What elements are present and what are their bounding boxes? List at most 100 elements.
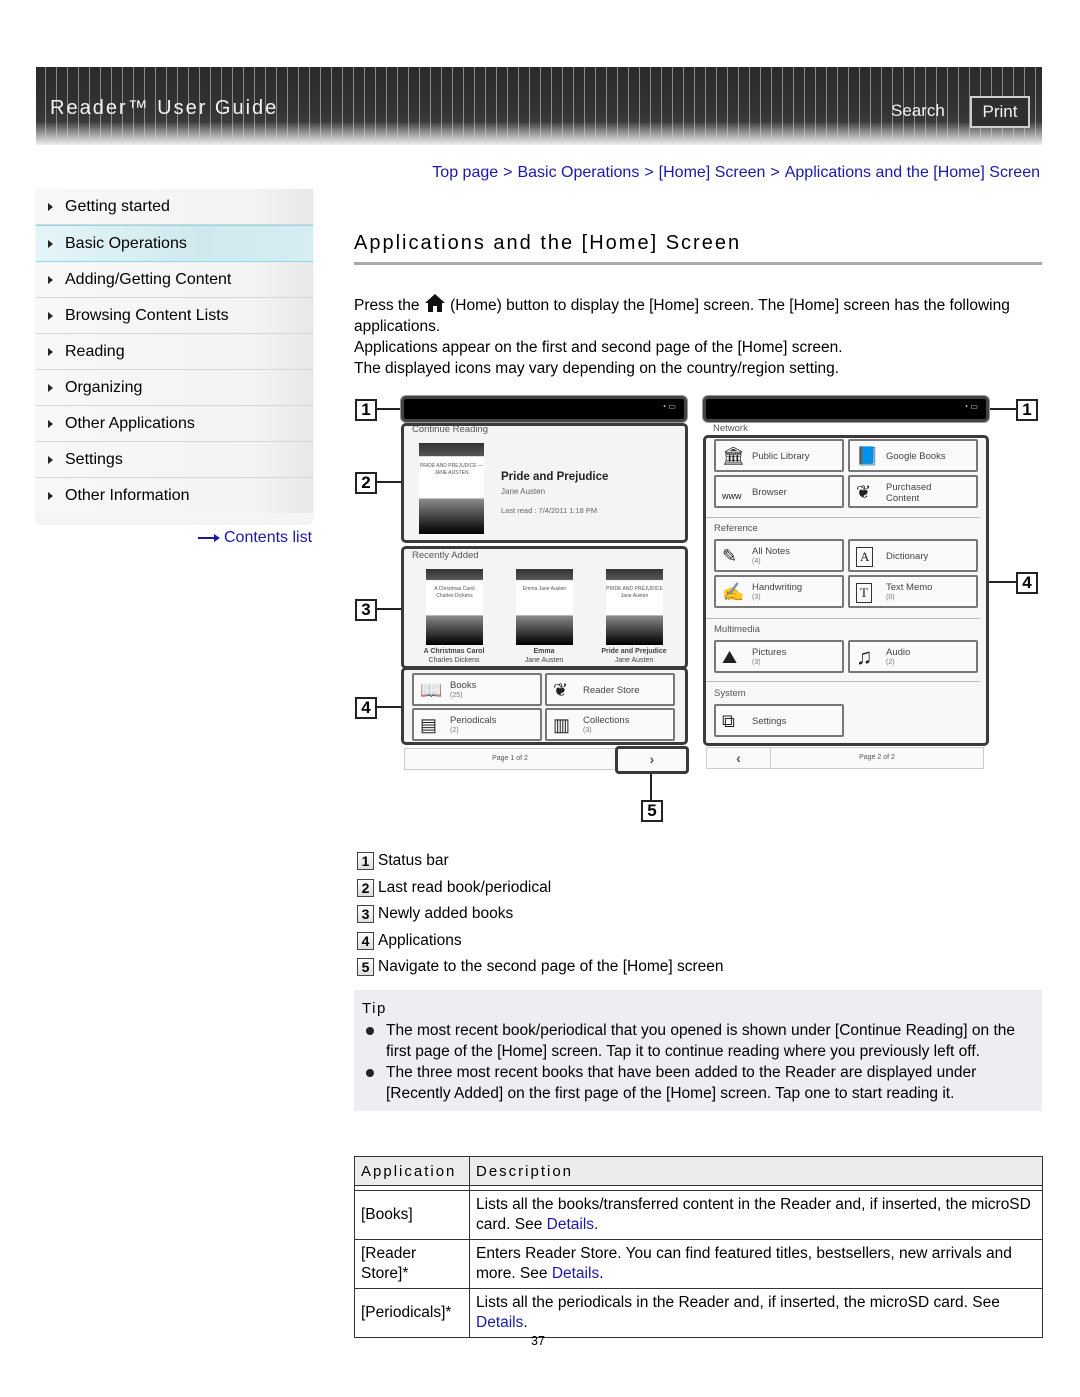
title-divider <box>354 262 1042 265</box>
continue-reading-panel[interactable]: Continue Reading PRIDE AND PREJUDICE — J… <box>401 423 688 543</box>
cover-text: Emma Jane Austen <box>522 585 567 592</box>
app-audio-button[interactable]: ♫ Audio (2) <box>848 640 978 673</box>
callout-5: 5 <box>641 800 663 822</box>
callout-line <box>377 481 402 483</box>
applications-table: Application Description [Books] Lists al… <box>354 1156 1043 1338</box>
legend-text: Navigate to the second page of the [Home… <box>378 958 724 976</box>
app-handwriting-button[interactable]: ✍ Handwriting (3) <box>714 575 844 608</box>
sidebar-nav: Getting started Basic Operations Adding/… <box>36 189 313 523</box>
app-pictures-button[interactable]: ⛰ Pictures (3) <box>714 640 844 673</box>
sidebar-item-label: Settings <box>65 450 123 468</box>
section-divider <box>706 681 980 682</box>
app-dictionary-button[interactable]: A Dictionary <box>848 539 978 572</box>
page-title: Applications and the [Home] Screen <box>354 232 742 254</box>
www-icon: www <box>722 491 742 501</box>
recent-book-cover[interactable]: A Christmas Carol Charles Dickens <box>426 569 483 645</box>
app-text-memo-button[interactable]: T Text Memo (0) <box>848 575 978 608</box>
breadcrumb-current[interactable]: Applications and the [Home] Screen <box>785 164 1040 181</box>
breadcrumb-home-screen[interactable]: [Home] Screen <box>659 164 766 181</box>
sidebar-item-other-information[interactable]: Other Information <box>36 478 313 513</box>
contents-list-link[interactable]: Contents list <box>198 529 312 547</box>
app-label: Browser <box>752 487 787 498</box>
sidebar-item-getting-started[interactable]: Getting started <box>36 189 313 225</box>
section-label-reference: Reference <box>714 523 758 534</box>
section-divider <box>706 618 980 619</box>
app-browser-button[interactable]: www Browser <box>714 475 844 508</box>
app-count: (3) <box>752 594 761 601</box>
next-page-button[interactable]: › <box>615 746 689 774</box>
app-label: Google Books <box>886 451 946 462</box>
previous-page-button[interactable]: ‹ <box>706 747 771 769</box>
recent-book-cover[interactable]: PRIDE AND PREJUDICE Jane Austen <box>606 569 663 645</box>
breadcrumb-top-page[interactable]: Top page <box>432 164 498 181</box>
newspaper-icon: ▤ <box>420 715 438 735</box>
app-periodicals-button[interactable]: ▤ Periodicals (2) <box>412 708 542 741</box>
triangle-right-icon <box>48 239 53 248</box>
app-purchased-content-button[interactable]: ❦ Purchased Content <box>848 475 978 508</box>
app-public-library-button[interactable]: 🏛 Public Library <box>714 439 844 472</box>
sidebar-item-label: Browsing Content Lists <box>65 306 229 324</box>
breadcrumb-basic-operations[interactable]: Basic Operations <box>517 164 639 181</box>
app-label: Dictionary <box>886 551 929 562</box>
app-reader-store-button[interactable]: ❦ Reader Store <box>545 673 675 706</box>
table-header-row: Application Description <box>354 1156 1043 1186</box>
callout-1-right: 1 <box>1016 399 1038 421</box>
section-label-network: Network <box>713 423 748 434</box>
description-cell: Lists all the periodicals in the Reader … <box>469 1288 1043 1338</box>
home-icon <box>424 294 445 312</box>
tip-box: Tip The most recent book/periodical that… <box>354 990 1042 1111</box>
sidebar-item-other-applications[interactable]: Other Applications <box>36 406 313 442</box>
app-google-books-button[interactable]: 📘 Google Books <box>848 439 978 472</box>
book-author: Jane Austen <box>501 487 546 496</box>
app-collections-button[interactable]: ▥ Collections (3) <box>545 708 675 741</box>
app-settings-button[interactable]: ⧉ Settings <box>714 704 844 737</box>
app-label: All Notes <box>752 546 791 557</box>
recent-book-title: A Christmas Carol <box>423 648 485 655</box>
description-end: . <box>599 1265 604 1282</box>
sidebar-item-reading[interactable]: Reading <box>36 334 313 370</box>
legend-item: 3 Newly added books <box>357 901 724 928</box>
sidebar-item-label: Reading <box>65 342 125 360</box>
app-count: (4) <box>752 558 761 565</box>
continue-reading-label: Continue Reading <box>412 424 489 435</box>
guide-title: Reader™ User Guide <box>50 97 279 119</box>
sidebar-item-settings[interactable]: Settings <box>36 442 313 478</box>
page-indicator: Page 1 of 2 <box>404 748 616 770</box>
feather-icon: ❦ <box>553 680 569 700</box>
recent-book-author: Jane Austen <box>524 657 564 664</box>
details-link[interactable]: Details <box>552 1265 599 1282</box>
details-link[interactable]: Details <box>547 1216 594 1233</box>
print-button[interactable]: Print <box>970 96 1030 128</box>
sidebar-item-basic-operations[interactable]: Basic Operations <box>36 225 313 262</box>
details-link[interactable]: Details <box>476 1314 523 1331</box>
number-badge: 2 <box>357 878 374 897</box>
app-label: Handwriting <box>752 582 803 593</box>
tip-item: The most recent book/periodical that you… <box>364 1020 1040 1062</box>
triangle-right-icon <box>48 202 53 211</box>
number-badge: 4 <box>357 931 374 950</box>
sidebar-item-adding-getting-content[interactable]: Adding/Getting Content <box>36 262 313 298</box>
cover-text: PRIDE AND PREJUDICE Jane Austen <box>606 585 663 599</box>
sidebar-item-label: Basic Operations <box>65 234 187 252</box>
legend-text: Status bar <box>378 852 449 870</box>
recent-book-title: Pride and Prejudice <box>601 648 667 655</box>
recent-book-cover[interactable]: Emma Jane Austen <box>516 569 573 645</box>
callout-4: 4 <box>355 697 377 719</box>
tip-item: The three most recent books that have be… <box>364 1062 1040 1104</box>
sidebar-item-organizing[interactable]: Organizing <box>36 370 313 406</box>
callout-line <box>989 581 1016 583</box>
text-memo-icon: T <box>856 583 872 603</box>
toolbox-icon: ⧉ <box>722 711 735 731</box>
search-button[interactable]: Search <box>891 101 945 121</box>
app-label: Pictures <box>752 647 787 658</box>
book-title: Pride and Prejudice <box>501 471 609 483</box>
page-number: 37 <box>531 1334 545 1348</box>
app-books-button[interactable]: 📖 Books (25) <box>412 673 542 706</box>
arrow-right-icon <box>198 534 220 542</box>
app-all-notes-button[interactable]: ✎ All Notes (4) <box>714 539 844 572</box>
triangle-right-icon <box>48 275 53 284</box>
callout-4-right: 4 <box>1016 572 1038 594</box>
sidebar-item-browsing-content-lists[interactable]: Browsing Content Lists <box>36 298 313 334</box>
description-cell: Lists all the books/transferred content … <box>469 1190 1043 1240</box>
legend-item: 2 Last read book/periodical <box>357 875 724 902</box>
